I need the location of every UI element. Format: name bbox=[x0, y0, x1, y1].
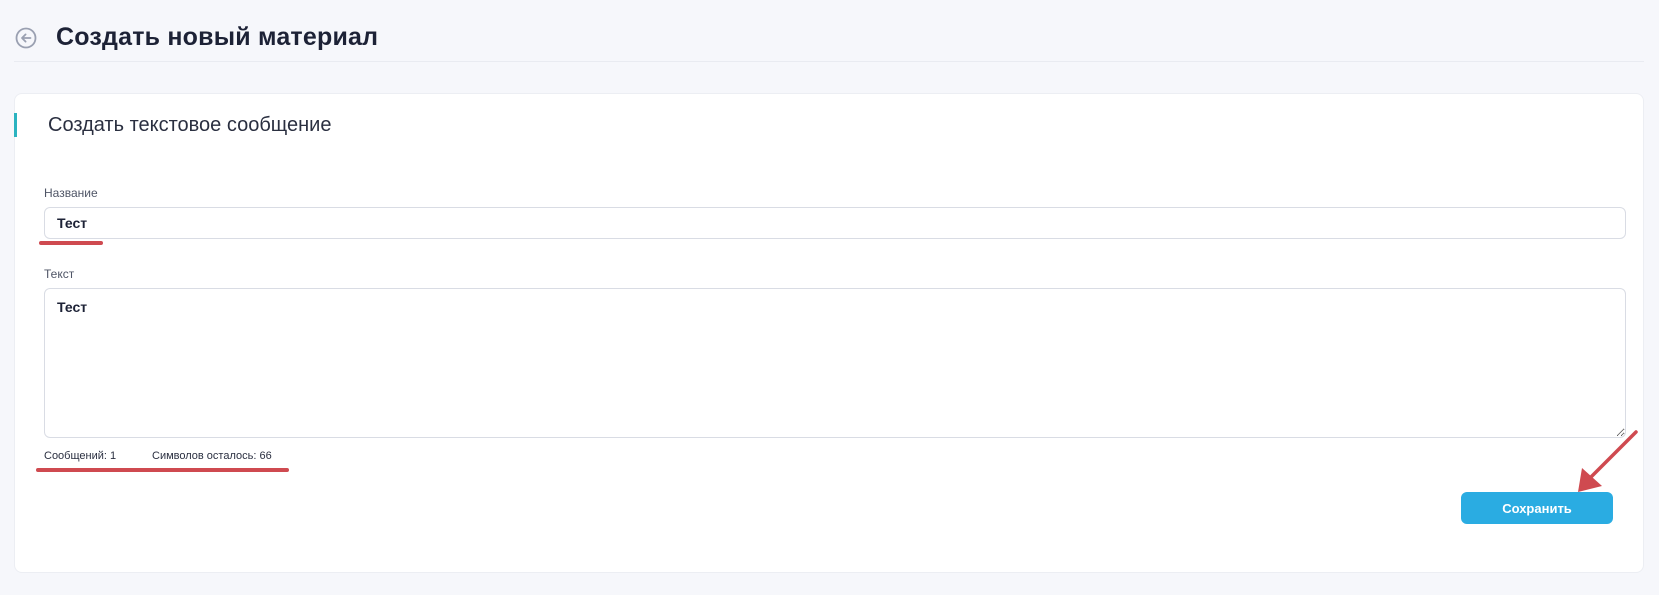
annotation-underline-name bbox=[39, 241, 103, 245]
name-input[interactable] bbox=[44, 207, 1626, 239]
page: Создать новый материал Создать текстовое… bbox=[0, 0, 1659, 595]
arrow-left-circle-icon bbox=[15, 27, 37, 48]
name-label: Название bbox=[44, 186, 98, 200]
page-title: Создать новый материал bbox=[56, 23, 379, 51]
card-title: Создать текстовое сообщение bbox=[48, 114, 332, 136]
annotation-underline-counters bbox=[36, 468, 289, 472]
page-header: Создать новый материал bbox=[14, 14, 1644, 62]
text-label: Текст bbox=[44, 267, 75, 281]
text-textarea[interactable]: Тест bbox=[44, 288, 1626, 438]
chars-remaining-counter: Символов осталось: 66 bbox=[152, 450, 272, 462]
back-button[interactable] bbox=[14, 26, 38, 50]
create-text-message-card: Создать текстовое сообщение Название Тек… bbox=[14, 93, 1644, 573]
save-button[interactable]: Сохранить bbox=[1461, 492, 1613, 524]
card-accent-bar bbox=[14, 113, 17, 137]
messages-counter: Сообщений: 1 bbox=[44, 450, 117, 462]
